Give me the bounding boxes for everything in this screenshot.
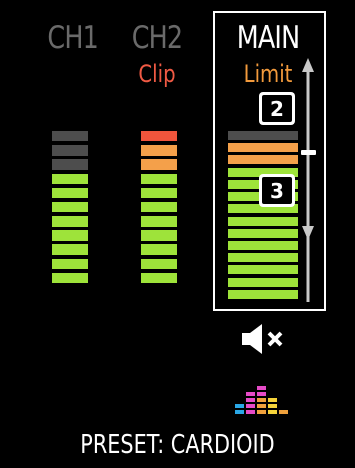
meter-segment: [141, 173, 177, 185]
meter-segment: [141, 258, 177, 270]
meter-segment: [52, 173, 88, 185]
main-meter: [228, 131, 298, 302]
ch1-label: CH1: [47, 20, 98, 56]
meter-segment: [228, 216, 298, 226]
ch1-meter: [52, 131, 88, 287]
meter-segment: [52, 258, 88, 270]
meter-segment: [228, 240, 298, 250]
meter-segment: [228, 228, 298, 238]
meter-segment: [141, 216, 177, 227]
meter-segment: [52, 145, 88, 156]
eq-bars-icon[interactable]: [233, 380, 293, 416]
meter-segment: [228, 277, 298, 287]
meter-segment: [52, 272, 88, 284]
meter-segment: [141, 145, 177, 156]
meter-segment: [141, 131, 177, 142]
ch2-clip-label: Clip: [138, 60, 176, 88]
meter-segment: [52, 230, 88, 241]
meter-segment: [141, 187, 177, 199]
meter-segment: [228, 143, 298, 153]
callout-badge-2: 2: [259, 92, 295, 125]
callout-2-text: 2: [262, 95, 292, 122]
callout-badge-3: 3: [259, 174, 295, 207]
preset-label: PRESET: CARDIOID: [80, 430, 275, 460]
ch2-label: CH2: [131, 20, 183, 56]
meter-segment: [141, 230, 177, 241]
meter-segment: [141, 159, 177, 170]
meter-segment: [228, 289, 298, 299]
meter-segment: [228, 131, 298, 141]
meter-segment: [52, 216, 88, 227]
ch2-meter: [141, 131, 177, 287]
meter-segment: [52, 131, 88, 142]
meter-segment: [52, 159, 88, 170]
meter-segment: [141, 272, 177, 284]
meter-segment: [141, 244, 177, 255]
meter-segment: [228, 155, 298, 165]
meter-segment: [228, 253, 298, 263]
meter-segment: [228, 265, 298, 275]
mute-speaker-icon[interactable]: [240, 322, 290, 356]
meter-segment: [52, 244, 88, 255]
meter-segment: [52, 187, 88, 199]
meter-segment: [52, 201, 88, 213]
meter-segment: [141, 201, 177, 213]
callout-3-text: 3: [262, 177, 292, 204]
